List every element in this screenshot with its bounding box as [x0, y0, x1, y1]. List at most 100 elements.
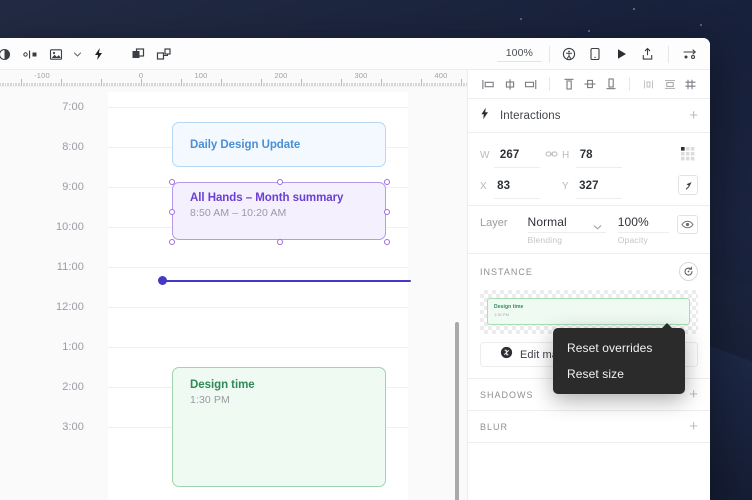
height-field[interactable]: H 78 — [562, 145, 622, 168]
add-blur-button[interactable]: + — [689, 419, 698, 434]
shadows-title: SHADOWS — [480, 389, 534, 400]
component-instance-icon[interactable] — [152, 43, 176, 65]
instance-thumbnail-card: Design time 1:30 PM — [487, 298, 690, 325]
distribute-icon[interactable] — [18, 43, 42, 65]
align-center-horizontal-icon[interactable] — [499, 74, 520, 95]
canvas-vertical-scrollbar[interactable] — [455, 322, 459, 500]
accessibility-icon[interactable] — [557, 43, 581, 65]
window-body: -100 0 100 200 300 400 7:00 8:00 9:00 10:00 11:00… — [0, 70, 710, 500]
event-title: Design time — [190, 379, 255, 391]
calendar-artboard[interactable]: 7:00 8:00 9:00 10:00 11:00 12:00 1:00 2:00 3:00 … — [56, 92, 411, 500]
instance-title: INSTANCE — [480, 266, 533, 277]
dimension-row-position: X 83 Y 327 — [480, 175, 698, 199]
wallpaper-star — [700, 24, 702, 26]
zoom-level-display[interactable]: 100% — [496, 46, 542, 62]
opacity-value: 100% — [617, 215, 649, 229]
inspector-panel: Interactions + W 267 H 78 X 83 Y 327 Lay… — [468, 70, 710, 500]
align-bottom-icon[interactable] — [600, 74, 621, 95]
ruler-label: 300 — [354, 71, 368, 80]
align-middle-vertical-icon[interactable] — [579, 74, 600, 95]
grid-layout-icon[interactable] — [680, 74, 701, 95]
more-options-icon[interactable] — [678, 43, 702, 65]
width-field[interactable]: W 267 — [480, 145, 540, 168]
hour-label: 8:00 — [62, 141, 84, 153]
height-label: H — [562, 150, 570, 161]
distribute-horizontal-icon[interactable] — [638, 74, 659, 95]
instance-thumbnail-title: Design time — [494, 304, 524, 310]
x-field[interactable]: X 83 — [480, 176, 540, 199]
ruler-label: 200 — [274, 71, 288, 80]
toolbar-left-group — [0, 43, 176, 65]
event-card-all-hands-month-summary[interactable]: All Hands – Month summary 8:50 AM – 10:2… — [169, 179, 390, 245]
selection-handle-s[interactable] — [277, 239, 283, 245]
opacity-caption: Opacity — [617, 235, 648, 245]
menu-item-reset-overrides[interactable]: Reset overrides — [553, 335, 685, 361]
canvas-scroll-region[interactable]: 7:00 8:00 9:00 10:00 11:00 12:00 1:00 2:00 3:00 … — [0, 87, 468, 500]
align-divider-2 — [629, 77, 630, 91]
y-value: 327 — [579, 180, 599, 192]
width-value: 267 — [499, 149, 520, 161]
y-field[interactable]: Y 327 — [562, 176, 622, 199]
device-preview-icon[interactable] — [583, 43, 607, 65]
components-icon[interactable] — [0, 43, 16, 65]
event-card-daily-design-update[interactable]: Daily Design Update — [172, 122, 386, 167]
add-interaction-button[interactable]: + — [689, 108, 698, 123]
design-app-window: 100% -100 0 100 200 300 400 7:00 8:00 9:… — [0, 38, 710, 500]
blending-caption: Blending — [527, 235, 563, 245]
toolbar-divider-2 — [668, 45, 669, 63]
selection-handle-w[interactable] — [169, 209, 175, 215]
selection-handle-ne[interactable] — [384, 179, 390, 185]
height-value: 78 — [579, 149, 593, 161]
align-right-icon[interactable] — [520, 74, 541, 95]
add-shadow-button[interactable]: + — [689, 387, 698, 402]
hour-label: 7:00 — [62, 101, 84, 113]
event-time: 8:50 AM – 10:20 AM — [190, 207, 287, 219]
wallpaper-star — [633, 8, 635, 10]
selection-handle-n[interactable] — [277, 179, 283, 185]
event-title: Daily Design Update — [190, 138, 301, 151]
menu-item-reset-size[interactable]: Reset size — [553, 361, 685, 387]
x-label: X — [480, 181, 487, 192]
toolbar-divider — [549, 45, 550, 63]
selection-handle-nw[interactable] — [169, 179, 175, 185]
distribute-vertical-icon[interactable] — [659, 74, 680, 95]
play-preview-icon[interactable] — [609, 43, 633, 65]
layer-label: Layer — [480, 217, 508, 229]
hour-row: 11:00 — [57, 261, 408, 307]
canvas-area: -100 0 100 200 300 400 7:00 8:00 9:00 10:00 11:00… — [0, 70, 468, 500]
selection-handle-se[interactable] — [384, 239, 390, 245]
width-label: W — [480, 150, 490, 161]
export-share-icon[interactable] — [635, 43, 659, 65]
align-top-icon[interactable] — [558, 74, 579, 95]
blur-section-header[interactable]: BLUR + — [468, 411, 710, 443]
rotate-icon[interactable] — [678, 175, 698, 195]
opacity-input[interactable]: 100% Opacity — [617, 215, 675, 245]
hour-row: 12:00 — [56, 301, 408, 347]
ruler-label: -100 — [34, 71, 50, 80]
blending-mode-select[interactable]: Normal Blending — [527, 215, 612, 245]
selection-handle-sw[interactable] — [169, 239, 175, 245]
reset-context-menu: Reset overrides Reset size — [553, 323, 685, 394]
align-left-icon[interactable] — [478, 74, 499, 95]
hour-label: 11:00 — [56, 261, 84, 273]
layer-section: Layer Normal Blending 100% Opacity — [468, 206, 710, 254]
duplicate-layers-icon[interactable] — [126, 43, 150, 65]
horizontal-ruler[interactable]: -100 0 100 200 300 400 — [0, 70, 468, 87]
insert-image-icon[interactable] — [44, 43, 68, 65]
reset-instance-icon[interactable] — [679, 262, 698, 281]
link-aspect-ratio-icon[interactable] — [540, 149, 562, 159]
prototype-bolt-icon[interactable] — [86, 43, 110, 65]
visibility-eye-icon[interactable] — [677, 215, 698, 234]
wallpaper-star — [588, 30, 590, 32]
interactions-label: Interactions — [500, 109, 561, 122]
interactions-section-header[interactable]: Interactions + — [468, 99, 710, 133]
hour-label: 9:00 — [62, 181, 84, 193]
x-value: 83 — [497, 180, 511, 192]
event-time: 1:30 PM — [190, 394, 230, 406]
chevron-down-icon[interactable] — [70, 43, 84, 65]
event-card-design-time[interactable]: Design time 1:30 PM — [172, 367, 386, 487]
selection-handle-e[interactable] — [384, 209, 390, 215]
hour-gridline — [108, 307, 408, 308]
hour-gridline — [108, 267, 408, 268]
resize-grid-icon[interactable] — [678, 144, 698, 164]
